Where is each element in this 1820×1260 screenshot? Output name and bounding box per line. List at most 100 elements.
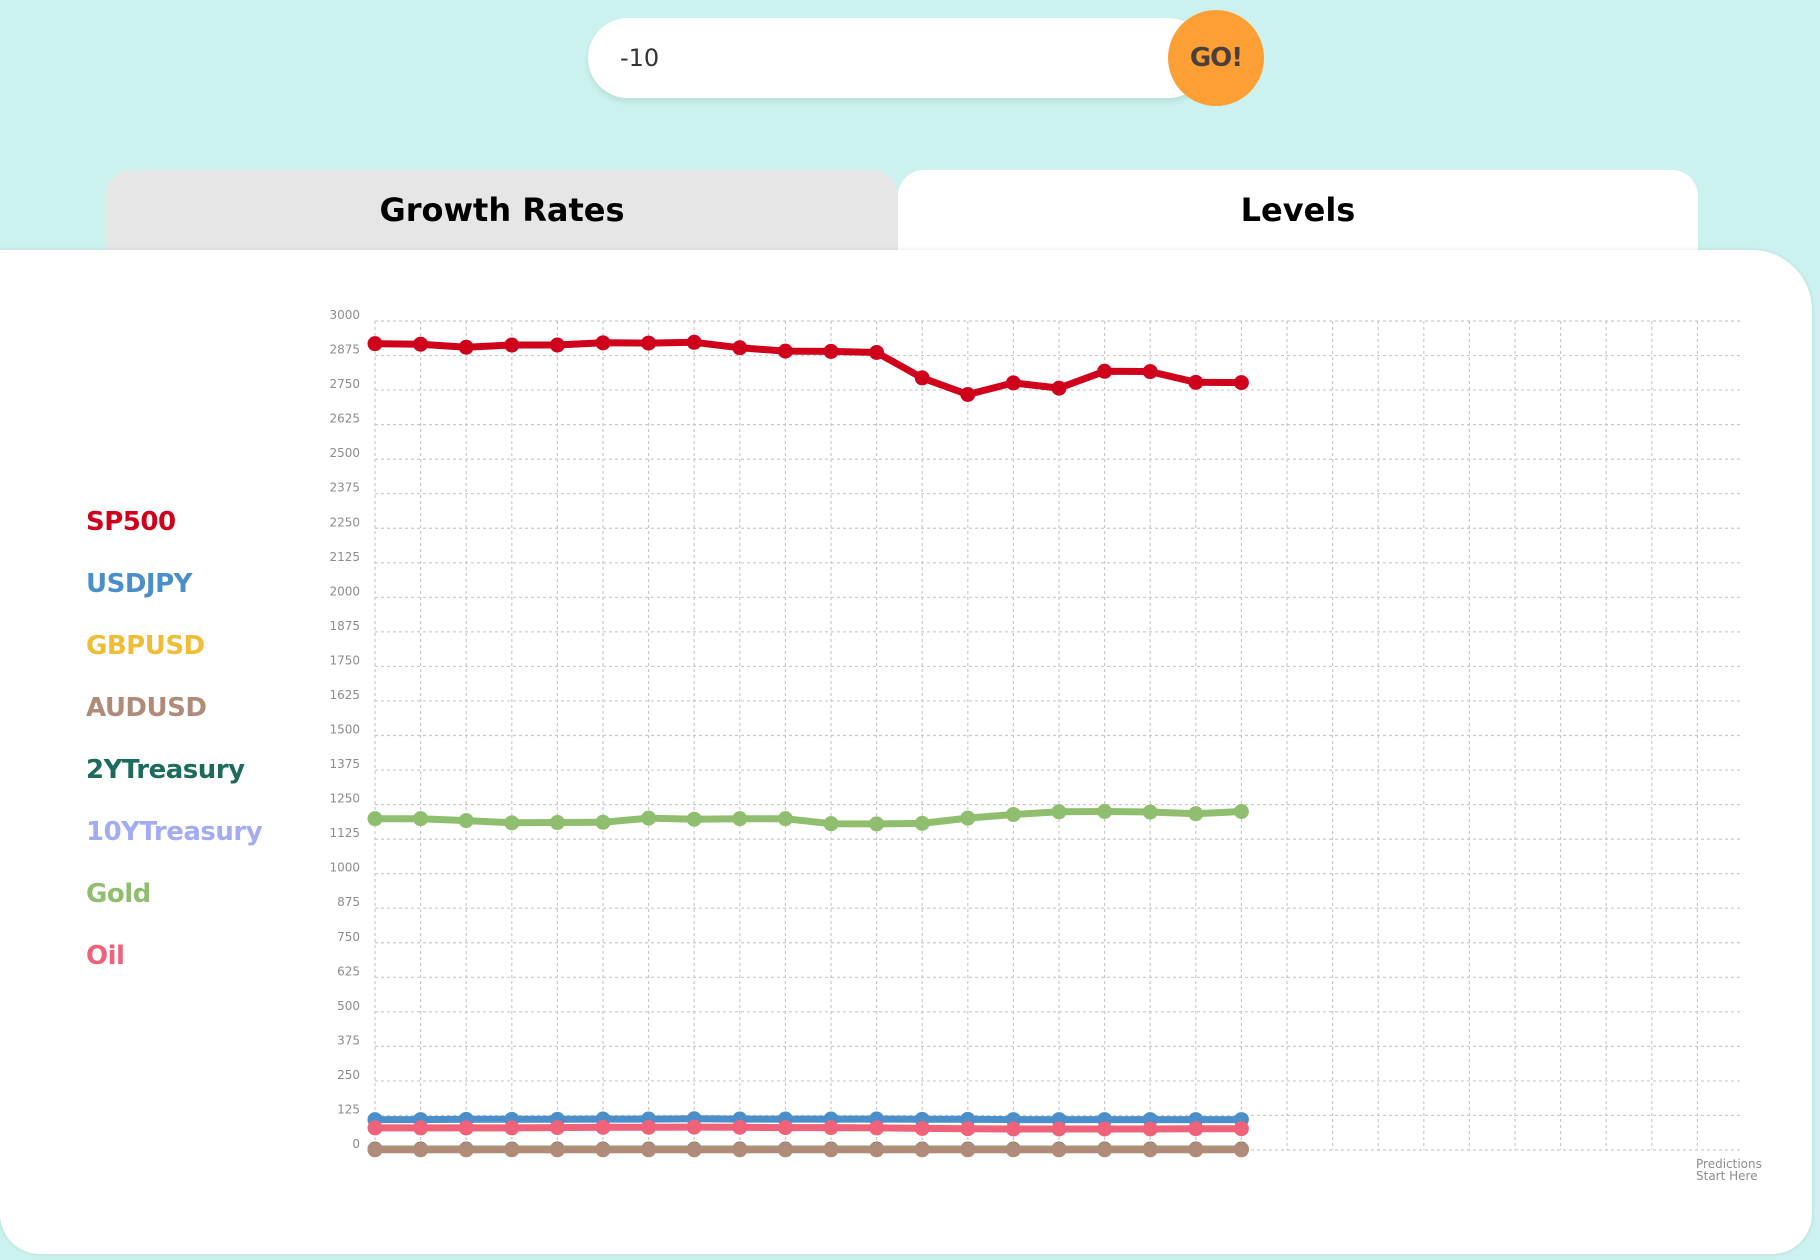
data-point-audusd[interactable] bbox=[367, 1142, 383, 1158]
data-point-oil[interactable] bbox=[641, 1119, 657, 1135]
data-point-audusd[interactable] bbox=[595, 1142, 611, 1158]
y-tick-label: 875 bbox=[337, 895, 360, 909]
data-point-oil[interactable] bbox=[504, 1120, 520, 1136]
data-point-sp500[interactable] bbox=[458, 339, 474, 355]
y-tick-label: 1750 bbox=[329, 653, 360, 667]
data-point-sp500[interactable] bbox=[686, 334, 702, 350]
data-point-gold[interactable] bbox=[1097, 803, 1113, 819]
data-point-audusd[interactable] bbox=[413, 1142, 429, 1158]
data-point-gold[interactable] bbox=[1188, 806, 1204, 822]
data-point-audusd[interactable] bbox=[458, 1142, 474, 1158]
data-point-sp500[interactable] bbox=[641, 335, 657, 351]
y-tick-label: 0 bbox=[352, 1137, 360, 1151]
y-tick-label: 2625 bbox=[329, 412, 360, 426]
data-point-audusd[interactable] bbox=[686, 1142, 702, 1158]
data-point-oil[interactable] bbox=[413, 1120, 429, 1136]
data-point-gold[interactable] bbox=[641, 810, 657, 826]
y-tick-label: 2000 bbox=[329, 584, 360, 598]
data-point-oil[interactable] bbox=[1051, 1121, 1067, 1137]
data-point-gold[interactable] bbox=[777, 811, 793, 827]
data-point-audusd[interactable] bbox=[1142, 1142, 1158, 1158]
data-point-oil[interactable] bbox=[777, 1120, 793, 1136]
data-point-oil[interactable] bbox=[1233, 1121, 1249, 1137]
data-point-gold[interactable] bbox=[1142, 804, 1158, 820]
data-point-audusd[interactable] bbox=[777, 1142, 793, 1158]
data-point-sp500[interactable] bbox=[777, 343, 793, 359]
y-tick-label: 2750 bbox=[329, 377, 360, 391]
data-point-gold[interactable] bbox=[1051, 804, 1067, 820]
data-point-sp500[interactable] bbox=[1097, 363, 1113, 379]
data-point-audusd[interactable] bbox=[823, 1142, 839, 1158]
data-point-oil[interactable] bbox=[549, 1120, 565, 1136]
data-point-audusd[interactable] bbox=[914, 1142, 930, 1158]
data-point-oil[interactable] bbox=[1005, 1121, 1021, 1137]
data-point-gold[interactable] bbox=[823, 816, 839, 832]
data-point-gold[interactable] bbox=[686, 811, 702, 827]
data-point-audusd[interactable] bbox=[1051, 1142, 1067, 1158]
y-tick-label: 3000 bbox=[329, 308, 360, 322]
data-point-sp500[interactable] bbox=[367, 336, 383, 352]
y-tick-label: 2875 bbox=[329, 343, 360, 357]
data-point-audusd[interactable] bbox=[1005, 1142, 1021, 1158]
data-point-gold[interactable] bbox=[869, 816, 885, 832]
data-point-gold[interactable] bbox=[549, 815, 565, 831]
data-point-gold[interactable] bbox=[413, 811, 429, 827]
data-point-oil[interactable] bbox=[914, 1120, 930, 1136]
chart-grid bbox=[374, 320, 1742, 1151]
data-point-gold[interactable] bbox=[1233, 803, 1249, 819]
data-point-oil[interactable] bbox=[367, 1120, 383, 1136]
series-audusd bbox=[367, 1142, 1249, 1158]
y-tick-label: 1125 bbox=[329, 826, 360, 840]
data-point-oil[interactable] bbox=[960, 1121, 976, 1137]
data-point-audusd[interactable] bbox=[1097, 1142, 1113, 1158]
y-tick-label: 750 bbox=[337, 930, 360, 944]
data-point-audusd[interactable] bbox=[1188, 1142, 1204, 1158]
data-point-sp500[interactable] bbox=[549, 337, 565, 353]
data-point-sp500[interactable] bbox=[869, 345, 885, 361]
data-point-sp500[interactable] bbox=[1005, 375, 1021, 391]
y-tick-label: 1500 bbox=[329, 723, 360, 737]
data-point-sp500[interactable] bbox=[595, 335, 611, 351]
data-point-gold[interactable] bbox=[1005, 807, 1021, 823]
y-tick-label: 625 bbox=[337, 964, 360, 978]
data-point-sp500[interactable] bbox=[504, 337, 520, 353]
data-point-oil[interactable] bbox=[686, 1119, 702, 1135]
data-point-sp500[interactable] bbox=[914, 370, 930, 386]
data-point-oil[interactable] bbox=[823, 1120, 839, 1136]
series-sp500 bbox=[367, 334, 1249, 403]
data-point-oil[interactable] bbox=[869, 1120, 885, 1136]
data-point-sp500[interactable] bbox=[1188, 374, 1204, 390]
data-point-audusd[interactable] bbox=[549, 1142, 565, 1158]
data-point-audusd[interactable] bbox=[641, 1142, 657, 1158]
data-point-oil[interactable] bbox=[732, 1119, 748, 1135]
y-tick-label: 2125 bbox=[329, 550, 360, 564]
data-point-gold[interactable] bbox=[960, 810, 976, 826]
data-point-gold[interactable] bbox=[595, 814, 611, 830]
data-point-sp500[interactable] bbox=[1233, 375, 1249, 391]
data-point-audusd[interactable] bbox=[732, 1142, 748, 1158]
data-point-oil[interactable] bbox=[1097, 1121, 1113, 1137]
data-point-gold[interactable] bbox=[914, 815, 930, 831]
data-point-gold[interactable] bbox=[732, 811, 748, 827]
data-point-sp500[interactable] bbox=[1142, 364, 1158, 380]
data-point-oil[interactable] bbox=[458, 1120, 474, 1136]
series-gold bbox=[367, 803, 1249, 832]
data-point-gold[interactable] bbox=[504, 815, 520, 831]
data-point-sp500[interactable] bbox=[823, 343, 839, 359]
data-point-sp500[interactable] bbox=[413, 336, 429, 352]
y-tick-label: 1250 bbox=[329, 792, 360, 806]
data-point-audusd[interactable] bbox=[960, 1142, 976, 1158]
data-point-oil[interactable] bbox=[595, 1119, 611, 1135]
data-point-gold[interactable] bbox=[367, 811, 383, 827]
data-point-gold[interactable] bbox=[458, 813, 474, 829]
data-point-audusd[interactable] bbox=[869, 1142, 885, 1158]
y-tick-label: 2375 bbox=[329, 481, 360, 495]
data-point-sp500[interactable] bbox=[1051, 380, 1067, 396]
data-point-oil[interactable] bbox=[1188, 1121, 1204, 1137]
data-point-sp500[interactable] bbox=[960, 387, 976, 403]
data-point-audusd[interactable] bbox=[1233, 1142, 1249, 1158]
data-point-oil[interactable] bbox=[1142, 1121, 1158, 1137]
y-tick-label: 1375 bbox=[329, 757, 360, 771]
data-point-audusd[interactable] bbox=[504, 1142, 520, 1158]
data-point-sp500[interactable] bbox=[732, 340, 748, 356]
